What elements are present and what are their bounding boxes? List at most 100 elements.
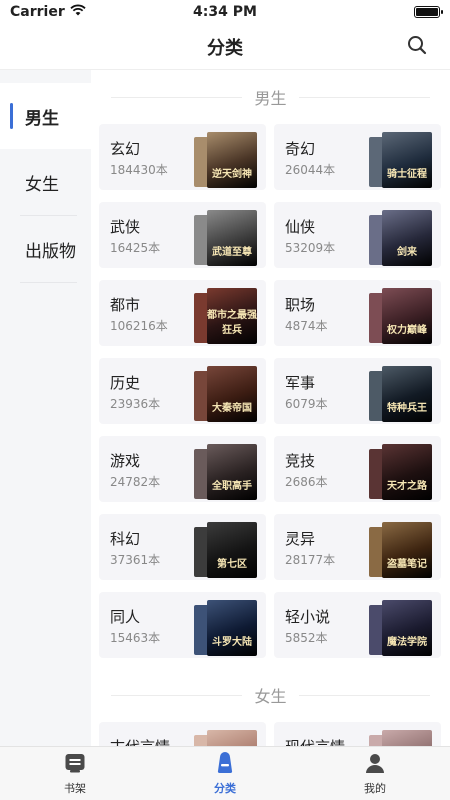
- category-icon: [214, 751, 236, 778]
- battery-icon: [414, 6, 443, 18]
- category-name: 同人: [110, 608, 141, 626]
- category-card[interactable]: 特种兵王 军事 6079本: [274, 358, 441, 424]
- sidebar-item-label: 出版物: [25, 241, 76, 262]
- book-cover-title: 都市之最强狂兵: [207, 310, 257, 336]
- book-cover: 特种兵王: [382, 366, 432, 422]
- bookshelf-icon: [64, 752, 86, 778]
- category-card[interactable]: 骑士征程 奇幻 26044本: [274, 124, 441, 190]
- tab-category[interactable]: 分类: [150, 747, 300, 800]
- category-card[interactable]: 大秦帝国 历史 23936本: [99, 358, 266, 424]
- search-icon: [407, 35, 427, 59]
- book-cover: 剑来: [382, 210, 432, 266]
- book-cover: 魔法学院: [382, 600, 432, 656]
- category-name: 奇幻: [285, 140, 316, 158]
- category-card[interactable]: 都市之最强狂兵 都市 106216本: [99, 280, 266, 346]
- category-name: 历史: [110, 374, 141, 392]
- navigation-bar: 分类: [0, 24, 450, 70]
- book-cover: 武道至尊: [207, 210, 257, 266]
- section-header-female: 女生: [91, 668, 450, 722]
- category-name: 现代言情: [285, 736, 345, 746]
- category-name: 玄幻: [110, 140, 141, 158]
- category-card[interactable]: 全职高手 游戏 24782本: [99, 436, 266, 502]
- sidebar-item-label: 女生: [25, 174, 59, 195]
- category-card[interactable]: 魔法学院 轻小说 5852本: [274, 592, 441, 658]
- book-cover: 都市之最强狂兵: [207, 288, 257, 344]
- category-name: 武侠: [110, 218, 141, 236]
- status-left: Carrier: [10, 4, 86, 20]
- status-bar: Carrier 4:34 PM: [0, 0, 450, 24]
- profile-icon: [364, 752, 386, 778]
- book-cover: 大秦帝国: [207, 366, 257, 422]
- book-cover: 骑士征程: [382, 132, 432, 188]
- book-cover: 天才之路: [382, 444, 432, 500]
- category-card[interactable]: 盗墓笔记 灵异 28177本: [274, 514, 441, 580]
- book-cover: 斗罗大陆: [207, 600, 257, 656]
- category-count: 26044本: [285, 163, 336, 177]
- sidebar-item-publications[interactable]: 出版物: [0, 216, 91, 282]
- category-card[interactable]: 权力巅峰 职场 4874本: [274, 280, 441, 346]
- category-count: 4874本: [285, 319, 328, 333]
- book-cover-title: 全职高手: [212, 481, 252, 492]
- page-title: 分类: [207, 37, 243, 59]
- book-cover-title: 斗罗大陆: [212, 637, 252, 648]
- book-cover: [207, 730, 257, 746]
- category-count: 24782本: [110, 475, 161, 489]
- category-card[interactable]: 第七区 科幻 37361本: [99, 514, 266, 580]
- category-grid-female: 古代言情 现代言情: [91, 722, 450, 746]
- book-cover-title: 特种兵王: [387, 403, 427, 414]
- section-header-male: 男生: [91, 70, 450, 124]
- category-count: 37361本: [110, 553, 161, 567]
- sidebar-divider: [20, 282, 77, 283]
- tab-label: 分类: [214, 781, 236, 795]
- category-card[interactable]: 天才之路 竞技 2686本: [274, 436, 441, 502]
- book-cover: 权力巅峰: [382, 288, 432, 344]
- category-card[interactable]: 古代言情: [99, 722, 266, 746]
- book-cover-title: 权力巅峰: [387, 325, 427, 336]
- category-count: 15463本: [110, 631, 161, 645]
- category-card[interactable]: 武道至尊 武侠 16425本: [99, 202, 266, 268]
- category-name: 灵异: [285, 530, 316, 548]
- category-count: 2686本: [285, 475, 328, 489]
- category-name: 军事: [285, 374, 316, 392]
- category-name: 都市: [110, 296, 141, 314]
- sidebar-item-female[interactable]: 女生: [0, 149, 91, 215]
- category-card[interactable]: 剑来 仙侠 53209本: [274, 202, 441, 268]
- book-cover-title: 第七区: [217, 559, 247, 570]
- book-cover-title: 逆天剑神: [212, 169, 252, 180]
- book-cover: 逆天剑神: [207, 132, 257, 188]
- book-cover: 第七区: [207, 522, 257, 578]
- category-count: 106216本: [110, 319, 168, 333]
- category-card[interactable]: 逆天剑神 玄幻 184430本: [99, 124, 266, 190]
- tab-profile[interactable]: 我的: [300, 747, 450, 800]
- category-name: 古代言情: [110, 736, 170, 746]
- tab-bar: 书架 分类 我的: [0, 746, 450, 800]
- category-count: 5852本: [285, 631, 328, 645]
- category-name: 仙侠: [285, 218, 316, 236]
- wifi-icon: [70, 4, 86, 20]
- sidebar-item-male[interactable]: 男生: [0, 83, 91, 149]
- tab-label: 书架: [64, 781, 86, 795]
- search-button[interactable]: [404, 34, 430, 60]
- category-name: 职场: [285, 296, 316, 314]
- book-cover: 全职高手: [207, 444, 257, 500]
- category-name: 轻小说: [285, 608, 331, 626]
- section-title: 男生: [242, 85, 299, 109]
- book-cover-title: 骑士征程: [387, 169, 427, 180]
- category-card[interactable]: 斗罗大陆 同人 15463本: [99, 592, 266, 658]
- book-cover: 盗墓笔记: [382, 522, 432, 578]
- section-title: 女生: [242, 683, 299, 707]
- category-count: 6079本: [285, 397, 328, 411]
- category-content[interactable]: 男生 逆天剑神 玄幻 184430本 骑士征程 奇幻 26044本武道至尊 武侠 16425本…: [91, 70, 450, 746]
- category-count: 23936本: [110, 397, 161, 411]
- book-cover-title: 天才之路: [387, 481, 427, 492]
- carrier-label: Carrier: [10, 4, 65, 20]
- category-sidebar: 男生 女生 出版物: [0, 70, 91, 746]
- category-count: 16425本: [110, 241, 161, 255]
- category-count: 184430本: [110, 163, 168, 177]
- tab-bookshelf[interactable]: 书架: [0, 747, 150, 800]
- category-grid-male: 逆天剑神 玄幻 184430本 骑士征程 奇幻 26044本武道至尊 武侠 16425本 剑来 仙…: [91, 124, 450, 658]
- category-card[interactable]: 现代言情: [274, 722, 441, 746]
- category-name: 科幻: [110, 530, 141, 548]
- category-count: 28177本: [285, 553, 336, 567]
- book-cover: [382, 730, 432, 746]
